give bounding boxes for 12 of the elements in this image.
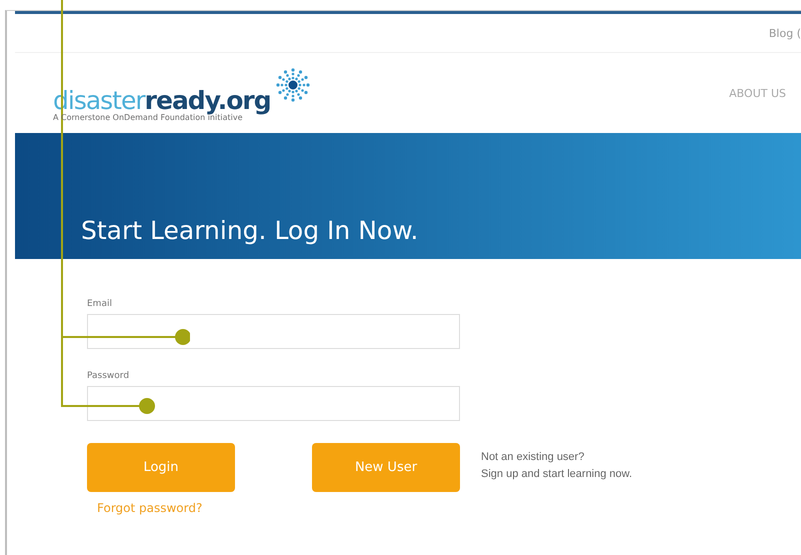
banner-heading: Start Learning. Log In Now. bbox=[81, 216, 418, 245]
field-label: Email bbox=[87, 299, 113, 309]
nav-link[interactable]: ABOUT US bbox=[729, 86, 786, 100]
field-label: Password bbox=[87, 371, 130, 381]
input-field[interactable] bbox=[87, 314, 460, 349]
blog-link[interactable]: Blog ( bbox=[768, 26, 801, 40]
input-field[interactable] bbox=[87, 386, 460, 421]
new-user-button[interactable]: New User bbox=[312, 443, 460, 492]
note-text: Not an existing user? bbox=[481, 450, 586, 465]
forgot-password-link[interactable]: Forgot password? bbox=[97, 501, 235, 515]
login-button[interactable]: Login bbox=[87, 443, 235, 492]
note-text: Sign up and start learning now. bbox=[481, 467, 632, 482]
